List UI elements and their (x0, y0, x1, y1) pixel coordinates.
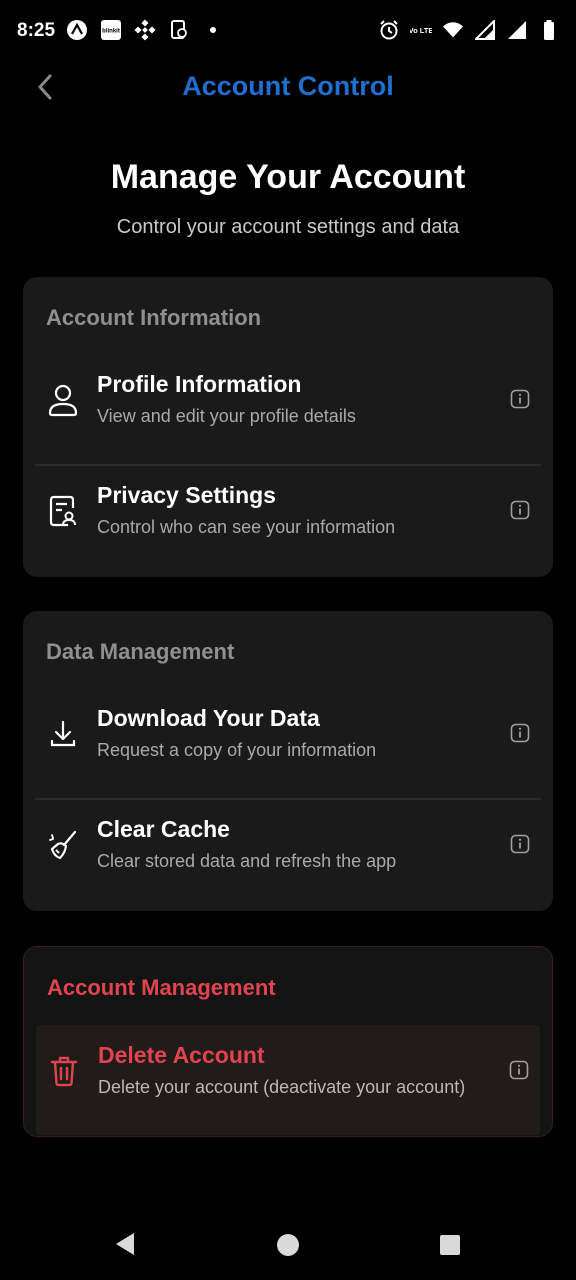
info-icon[interactable] (509, 833, 531, 855)
page-title: Account Control (182, 71, 394, 101)
svg-text:Vo LTE: Vo LTE (410, 26, 432, 35)
download-icon (47, 716, 79, 752)
dot-icon (202, 19, 224, 41)
binance-icon (134, 19, 156, 41)
status-right-icons: Vo LTE (378, 19, 560, 41)
section-title: Account Management (47, 975, 276, 1000)
intro-title: Manage Your Account (110, 158, 466, 196)
item-title: Privacy Settings (97, 482, 276, 508)
item-description: Delete your account (deactivate your acc… (98, 1077, 466, 1097)
section-account-management: Account Management Delete Account Delete… (23, 946, 553, 1137)
item-title: Profile Information (97, 371, 302, 397)
trash-icon (48, 1053, 80, 1089)
delete-account-item[interactable]: Delete Account Delete your account (deac… (36, 1025, 540, 1135)
privacy-settings-item[interactable]: Privacy Settings Control who can see you… (35, 465, 541, 575)
broom-icon (47, 827, 79, 863)
app-a-icon (66, 19, 88, 41)
signal-icon (506, 19, 528, 41)
svg-text:blinkit: blinkit (102, 29, 120, 35)
nav-back-icon[interactable] (112, 1230, 138, 1258)
screen: 8:25 blinkit Vo LTE Account Control Mana… (0, 0, 576, 1280)
wifi-icon (442, 19, 464, 41)
status-time: 8:25 (17, 20, 56, 41)
section-title: Data Management (46, 639, 235, 664)
battery-icon (538, 19, 560, 41)
profile-information-item[interactable]: Profile Information View and edit your p… (35, 354, 541, 464)
section-account-information: Account Information Profile Information … (23, 277, 553, 577)
info-icon[interactable] (508, 1059, 530, 1081)
user-icon (47, 382, 79, 418)
clipboard-phone-icon (168, 19, 190, 41)
system-navigation-bar (0, 1210, 576, 1280)
signal-icon (474, 19, 496, 41)
privacy-icon (47, 493, 79, 529)
item-description: Control who can see your information (97, 517, 396, 537)
section-data-management: Data Management Download Your Data Reque… (23, 611, 553, 911)
item-title: Clear Cache (97, 816, 230, 842)
item-description: Request a copy of your information (97, 740, 377, 760)
item-title: Download Your Data (97, 705, 320, 731)
item-title: Delete Account (98, 1042, 265, 1068)
info-icon[interactable] (509, 499, 531, 521)
nav-home-icon[interactable] (277, 1234, 299, 1256)
item-description: Clear stored data and refresh the app (97, 851, 397, 871)
intro-subtitle: Control your account settings and data (116, 216, 460, 238)
clear-cache-item[interactable]: Clear Cache Clear stored data and refres… (35, 799, 541, 909)
info-icon[interactable] (509, 388, 531, 410)
alarm-icon (378, 19, 400, 41)
item-description: View and edit your profile details (97, 406, 356, 426)
status-left-icons: blinkit (66, 19, 224, 41)
info-icon[interactable] (509, 722, 531, 744)
download-data-item[interactable]: Download Your Data Request a copy of you… (35, 688, 541, 798)
blinkit-icon: blinkit (100, 19, 122, 41)
status-bar: 8:25 blinkit Vo LTE (0, 0, 576, 62)
nav-recents-icon[interactable] (440, 1235, 460, 1255)
volte-icon: Vo LTE (410, 19, 432, 41)
section-title: Account Information (46, 305, 262, 330)
